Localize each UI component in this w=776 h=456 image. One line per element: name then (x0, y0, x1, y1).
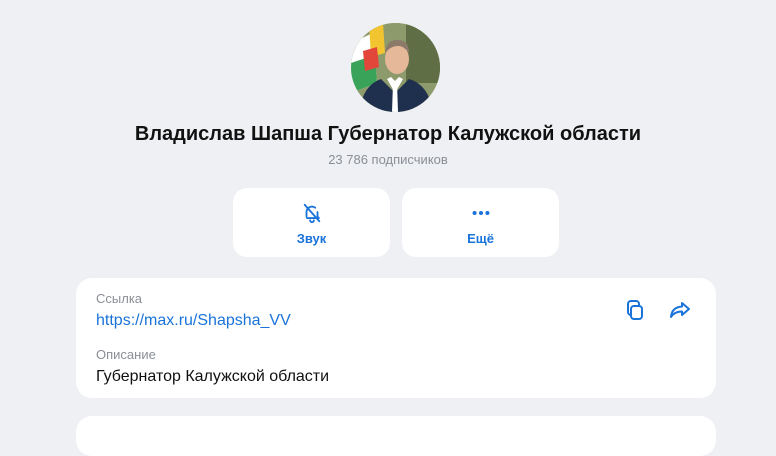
avatar-photo (351, 23, 440, 112)
bell-off-icon (301, 201, 323, 225)
channel-info-card: Ссылка https://max.ru/Shapsha_VV Описани… (76, 278, 716, 398)
more-button[interactable]: Ещё (402, 188, 559, 257)
channel-link[interactable]: https://max.ru/Shapsha_VV (96, 312, 291, 330)
sound-button[interactable]: Звук (233, 188, 390, 257)
subscriber-count: 23 786 подписчиков (328, 152, 448, 167)
description-text: Губернатор Калужской области (96, 368, 330, 385)
copy-icon[interactable] (623, 298, 647, 322)
avatar[interactable] (351, 23, 440, 112)
link-label: Ссылка (96, 291, 143, 306)
sound-button-label: Звук (296, 231, 327, 246)
description-label: Описание (96, 347, 156, 362)
channel-name: Владислав Шапша Губернатор Калужской обл… (134, 123, 642, 145)
more-dots-icon (470, 201, 492, 225)
more-button-label: Ещё (467, 231, 494, 246)
share-icon[interactable] (668, 298, 692, 322)
next-card (76, 416, 716, 456)
